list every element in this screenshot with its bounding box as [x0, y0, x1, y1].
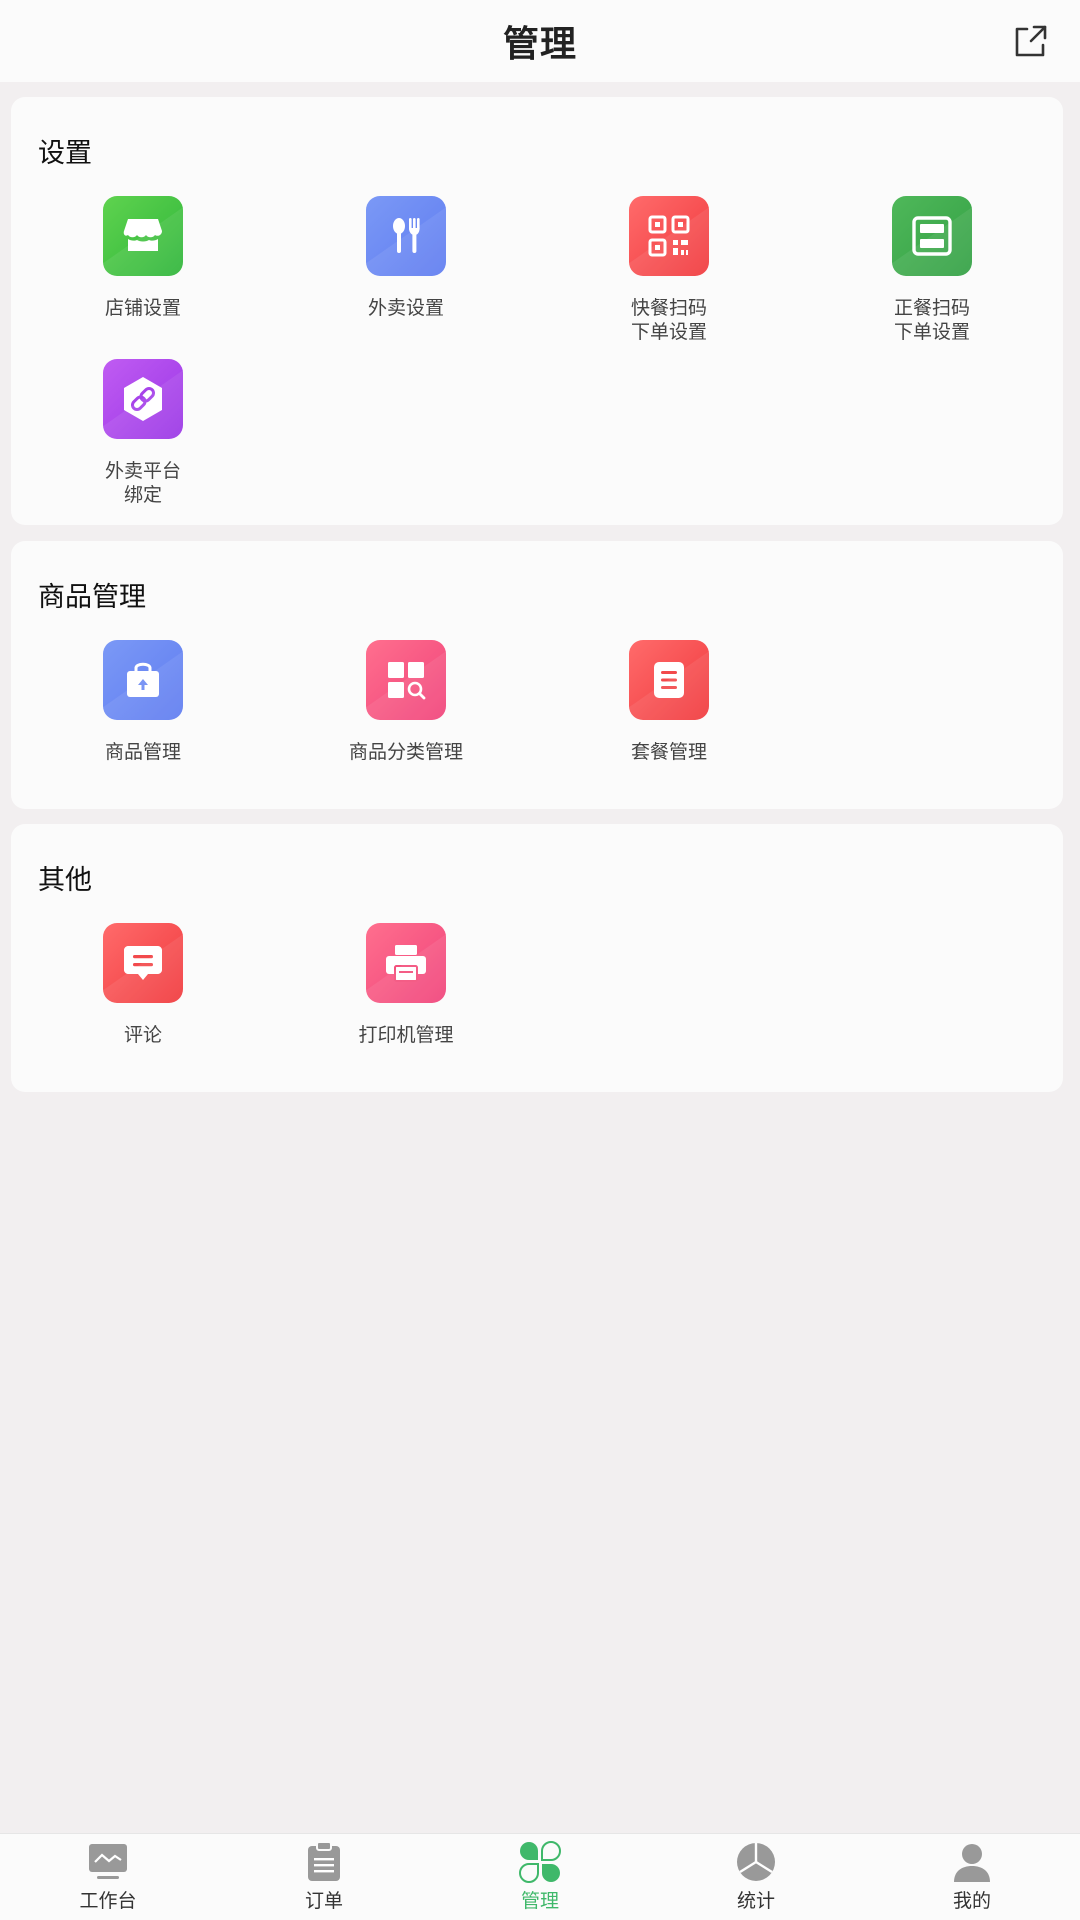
- app-root: 管理 设置 店铺设置 外卖设置 快餐扫码 下单设置 正餐扫码 下单设置 外卖平台…: [0, 0, 1080, 1920]
- item-label: 正餐扫码 下单设置: [893, 297, 970, 343]
- tab-orders[interactable]: 订单: [216, 1834, 432, 1920]
- dinner-scan-settings-item[interactable]: 正餐扫码 下单设置: [852, 196, 1012, 344]
- scan-icon: [892, 196, 972, 276]
- section-goods: 商品管理 商品管理 商品分类管理 套餐管理: [11, 541, 1063, 809]
- item-label: 评论: [123, 1024, 162, 1046]
- nav-label: 管理: [520, 1890, 559, 1912]
- goods-management-item[interactable]: 商品管理: [63, 640, 223, 764]
- spoon-fork-icon: [366, 196, 446, 276]
- category-search-icon: [366, 640, 446, 720]
- section-other: 其他 评论 打印机管理: [11, 824, 1063, 1092]
- comments-item[interactable]: 评论: [63, 923, 223, 1047]
- page-title: 管理: [502, 24, 577, 65]
- header-bar: 管理: [0, 0, 1080, 82]
- section-title: 商品管理: [38, 582, 146, 613]
- section-title: 设置: [38, 138, 92, 169]
- share-button[interactable]: [1008, 18, 1054, 64]
- list-doc-icon: [629, 640, 709, 720]
- user-icon: [950, 1840, 994, 1884]
- item-label: 快餐扫码 下单设置: [630, 297, 707, 343]
- tab-profile[interactable]: 我的: [864, 1834, 1080, 1920]
- qrcode-icon: [629, 196, 709, 276]
- nav-label: 订单: [304, 1890, 343, 1912]
- item-label: 外卖设置: [367, 297, 444, 319]
- shop-icon: [103, 196, 183, 276]
- item-label: 店铺设置: [104, 297, 181, 319]
- nav-label: 统计: [736, 1890, 775, 1912]
- item-label: 打印机管理: [358, 1024, 454, 1046]
- comment-icon: [103, 923, 183, 1003]
- nav-label: 工作台: [79, 1890, 137, 1912]
- fastfood-scan-settings-item[interactable]: 快餐扫码 下单设置: [589, 196, 749, 344]
- item-label: 套餐管理: [630, 741, 707, 763]
- goods-category-item[interactable]: 商品分类管理: [326, 640, 486, 764]
- bag-icon: [103, 640, 183, 720]
- nav-label: 我的: [952, 1890, 991, 1912]
- shop-settings-item[interactable]: 店铺设置: [63, 196, 223, 320]
- tab-statistics[interactable]: 统计: [648, 1834, 864, 1920]
- share-icon: [1015, 25, 1047, 57]
- item-label: 商品分类管理: [348, 741, 463, 763]
- tab-dashboard[interactable]: 工作台: [0, 1834, 216, 1920]
- clover-icon: [518, 1840, 562, 1884]
- takeout-settings-item[interactable]: 外卖设置: [326, 196, 486, 320]
- item-label: 外卖平台 绑定: [104, 460, 181, 506]
- bottom-nav: 工作台 订单 管理 统计 我的: [0, 1833, 1080, 1920]
- printer-icon: [366, 923, 446, 1003]
- item-label: 商品管理: [104, 741, 181, 763]
- clipboard-icon: [302, 1840, 346, 1884]
- platform-binding-item[interactable]: 外卖平台 绑定: [63, 359, 223, 507]
- combo-management-item[interactable]: 套餐管理: [589, 640, 749, 764]
- section-title: 其他: [38, 865, 92, 896]
- pie-chart-icon: [734, 1840, 778, 1884]
- tab-management[interactable]: 管理: [432, 1834, 648, 1920]
- printer-management-item[interactable]: 打印机管理: [326, 923, 486, 1047]
- dashboard-icon: [86, 1840, 130, 1884]
- link-icon: [103, 359, 183, 439]
- section-settings: 设置 店铺设置 外卖设置 快餐扫码 下单设置 正餐扫码 下单设置 外卖平台 绑定: [11, 97, 1063, 525]
